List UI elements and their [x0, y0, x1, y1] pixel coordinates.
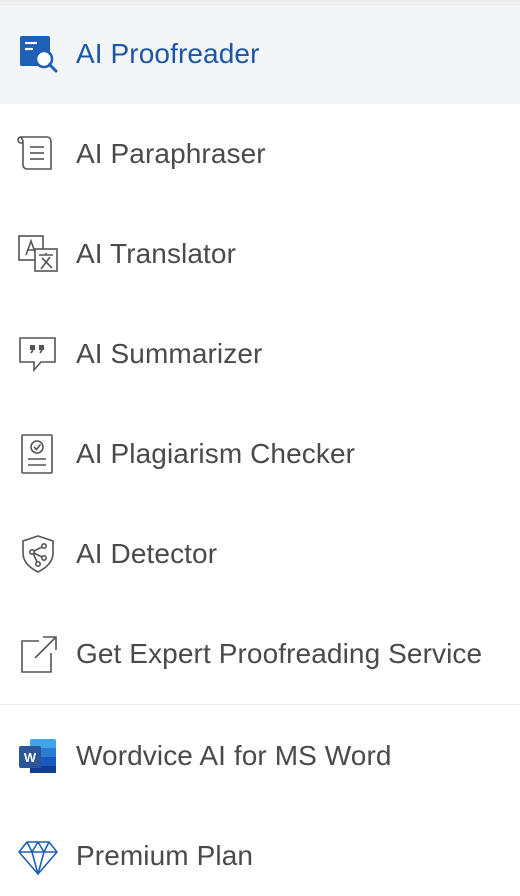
speech-bubble-quote-icon — [17, 333, 59, 375]
menu-item-ai-summarizer[interactable]: AI Summarizer — [0, 304, 520, 404]
menu-item-label: Get Expert Proofreading Service — [76, 638, 483, 669]
menu-divider — [0, 704, 520, 705]
menu-item-expert-proofreading[interactable]: Get Expert Proofreading Service — [0, 604, 520, 704]
svg-text:W: W — [24, 750, 37, 765]
menu-item-label: AI Summarizer — [76, 338, 263, 369]
external-link-icon — [17, 633, 59, 675]
menu-item-premium-plan[interactable]: Premium Plan — [0, 806, 520, 896]
menu-item-label: AI Paraphraser — [76, 138, 266, 169]
proofreader-search-icon — [17, 33, 59, 75]
diamond-icon — [17, 835, 59, 877]
document-check-icon — [17, 433, 59, 475]
menu-item-ai-paraphraser[interactable]: AI Paraphraser — [0, 104, 520, 204]
menu-item-ai-proofreader[interactable]: AI Proofreader — [0, 4, 520, 104]
menu-item-label: Wordvice AI for MS Word — [76, 740, 392, 771]
menu-item-label: Premium Plan — [76, 840, 254, 871]
menu-item-ai-translator[interactable]: AI Translator — [0, 204, 520, 304]
shield-network-icon — [17, 533, 59, 575]
menu-item-ai-detector[interactable]: AI Detector — [0, 504, 520, 604]
menu-item-label: AI Proofreader — [76, 38, 260, 69]
menu-item-ms-word[interactable]: W Wordvice AI for MS Word — [0, 706, 520, 806]
document-lines-icon — [17, 133, 59, 175]
menu-item-ai-plagiarism-checker[interactable]: AI Plagiarism Checker — [0, 404, 520, 504]
menu-item-label: AI Detector — [76, 538, 218, 569]
top-shadow — [0, 0, 520, 6]
menu-item-label: AI Translator — [76, 238, 237, 269]
navigation-menu: AI Proofreader AI Paraphraser AI Transla… — [0, 0, 520, 896]
ms-word-icon: W — [17, 735, 59, 777]
translate-icon — [17, 233, 59, 275]
menu-item-label: AI Plagiarism Checker — [76, 438, 356, 469]
